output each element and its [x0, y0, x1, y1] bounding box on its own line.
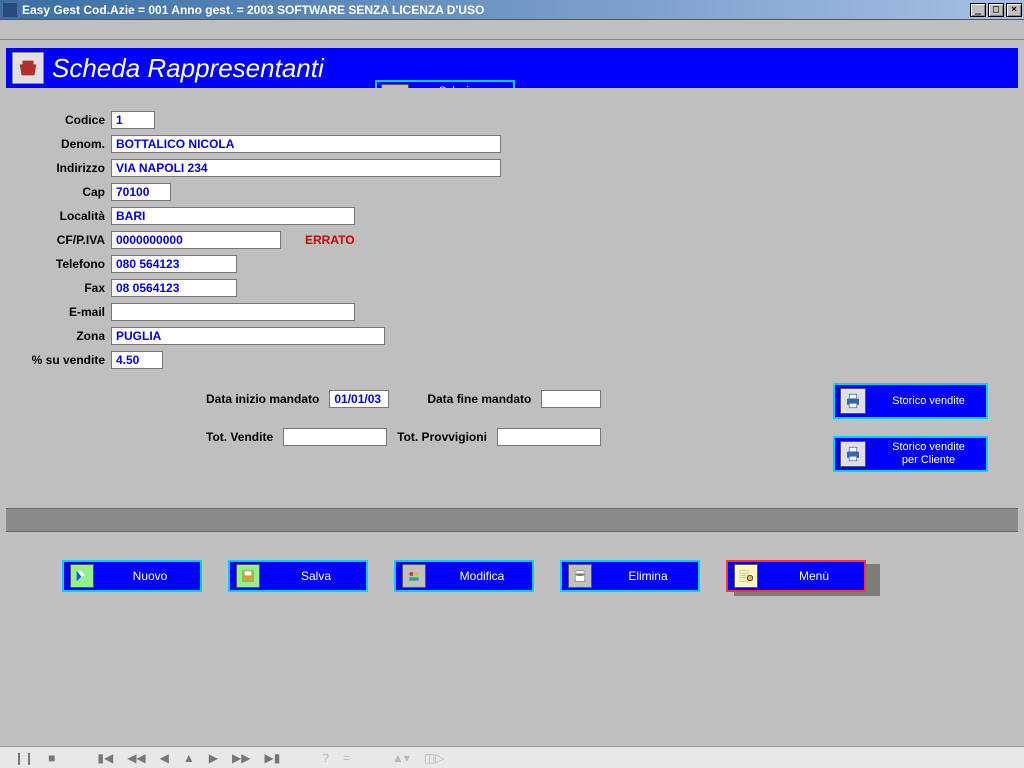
input-indirizzo[interactable] — [111, 159, 501, 177]
save-icon — [236, 564, 260, 588]
label-cap: Cap — [6, 185, 111, 199]
app-icon — [2, 2, 18, 18]
input-email[interactable] — [111, 303, 355, 321]
label-codice: Codice — [6, 113, 111, 127]
modifica-button[interactable]: Modifica — [394, 560, 534, 592]
elimina-button[interactable]: Elimina — [560, 560, 700, 592]
label-pct: % su vendite — [6, 353, 111, 367]
nav-next-icon[interactable]: ▶ — [209, 751, 218, 765]
input-codice[interactable] — [111, 111, 155, 129]
elimina-label: Elimina — [598, 569, 698, 583]
nuovo-button[interactable]: Nuovo — [62, 560, 202, 592]
label-data-fine: Data fine mandato — [427, 392, 531, 406]
nav-help-icon[interactable]: ? — [322, 751, 329, 765]
nuovo-label: Nuovo — [100, 569, 200, 583]
label-indirizzo: Indirizzo — [6, 161, 111, 175]
nav-last-icon[interactable]: ▶▮ — [265, 751, 281, 765]
storico-per-cliente-line2: per Cliente — [902, 454, 955, 467]
label-localita: Località — [6, 209, 111, 223]
nav-rewind-icon[interactable]: ◀◀ — [127, 751, 145, 765]
label-tot-provv: Tot. Provvigioni — [397, 430, 487, 444]
label-denom: Denom. — [6, 137, 111, 151]
nav-prev-icon[interactable]: ◀ — [160, 751, 169, 765]
nav-misc1-icon[interactable]: ▲▾ — [392, 751, 410, 765]
label-zona: Zona — [6, 329, 111, 343]
window-titlebar: Easy Gest Cod.Azie = 001 Anno gest. = 20… — [0, 0, 1024, 20]
label-data-inizio: Data inizio mandato — [206, 392, 319, 406]
separator-bar — [6, 508, 1018, 532]
input-tot-provv[interactable] — [497, 428, 601, 446]
input-pct[interactable] — [111, 351, 163, 369]
maximize-button[interactable]: □ — [988, 3, 1004, 17]
label-cfpiva: CF/P.IVA — [6, 233, 111, 247]
nav-first-icon[interactable]: ▮◀ — [97, 751, 113, 765]
menu-icon — [734, 564, 758, 588]
storico-per-cliente-line1: Storico vendite — [892, 441, 965, 454]
error-cfpiva: ERRATO — [305, 233, 355, 247]
salva-button[interactable]: Salva — [228, 560, 368, 592]
navigation-toolbar: ❙❙ ■ ▮◀ ◀◀ ◀ ▲ ▶ ▶▶ ▶▮ ? = ▲▾ ◫▷ — [0, 746, 1024, 768]
label-email: E-mail — [6, 305, 111, 319]
printer-icon — [840, 441, 866, 467]
form-title: Scheda Rappresentanti — [50, 55, 324, 81]
delete-icon — [568, 564, 592, 588]
modifica-label: Modifica — [432, 569, 532, 583]
input-cfpiva[interactable] — [111, 231, 281, 249]
close-button[interactable]: × — [1006, 3, 1022, 17]
nav-pause-icon[interactable]: ❙❙ — [14, 751, 34, 765]
nav-stop-icon[interactable]: ■ — [48, 751, 55, 765]
input-data-fine[interactable] — [541, 390, 601, 408]
minimize-button[interactable]: _ — [970, 3, 986, 17]
input-denom[interactable] — [111, 135, 501, 153]
printer-icon — [840, 388, 866, 414]
input-telefono[interactable] — [111, 255, 237, 273]
menu-label: Menù — [764, 569, 864, 583]
nav-eq-icon[interactable]: = — [343, 751, 350, 765]
nav-misc2-icon[interactable]: ◫▷ — [424, 751, 445, 765]
nav-fwd-icon[interactable]: ▶▶ — [232, 751, 250, 765]
input-fax[interactable] — [111, 279, 237, 297]
input-data-inizio[interactable] — [329, 390, 389, 408]
storico-vendite-button[interactable]: Storico vendite — [833, 383, 988, 419]
action-toolbar: Nuovo Salva Modifica Elimina Menù — [6, 560, 1018, 592]
label-tot-vendite: Tot. Vendite — [206, 430, 273, 444]
window-title: Easy Gest Cod.Azie = 001 Anno gest. = 20… — [22, 3, 968, 17]
input-localita[interactable] — [111, 207, 355, 225]
input-zona[interactable] — [111, 327, 385, 345]
menu-button[interactable]: Menù — [726, 560, 866, 592]
salva-label: Salva — [266, 569, 366, 583]
menu-bar — [0, 20, 1024, 40]
label-telefono: Telefono — [6, 257, 111, 271]
edit-icon — [402, 564, 426, 588]
rolodex-icon — [12, 52, 44, 84]
input-tot-vendite[interactable] — [283, 428, 387, 446]
new-icon — [70, 564, 94, 588]
nav-up-icon[interactable]: ▲ — [183, 751, 195, 765]
label-fax: Fax — [6, 281, 111, 295]
input-cap[interactable] — [111, 183, 171, 201]
form-body: Codice Denom. Indirizzo Cap Località CF/… — [6, 88, 1018, 508]
storico-per-cliente-button[interactable]: Storico vendite per Cliente — [833, 436, 988, 472]
storico-vendite-label: Storico vendite — [892, 395, 965, 408]
